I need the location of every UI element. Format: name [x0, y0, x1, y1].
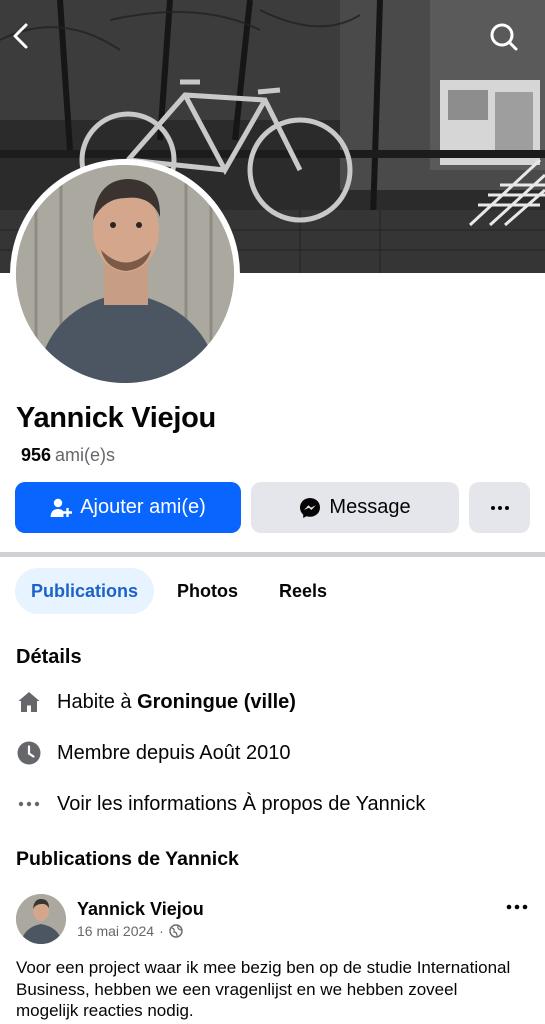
friends-count-number: 956 [21, 445, 52, 465]
messenger-icon [299, 497, 321, 519]
posts-title: Publications de Yannick [16, 848, 239, 870]
home-icon [16, 689, 42, 715]
avatar [16, 165, 234, 383]
about-text: Voir les informations À propos de Yannic… [57, 792, 426, 815]
clock-icon [16, 740, 42, 766]
add-friend-icon [50, 498, 73, 518]
profile-picture [16, 165, 234, 383]
chevron-left-icon [13, 23, 28, 49]
detail-lives-in: Habite à Groningue (ville) [16, 688, 296, 716]
post-text: Voor een project waar ik mee bezig ben o… [16, 958, 511, 1020]
details-title: Détails [16, 646, 82, 668]
message-button[interactable]: Message [251, 482, 459, 533]
tab-photos[interactable]: Photos [177, 568, 238, 614]
tab-reels[interactable]: Reels [279, 568, 327, 614]
lives-prefix: Habite à [57, 690, 138, 713]
globe-icon [169, 924, 183, 938]
profile-picture-frame[interactable] [10, 159, 240, 389]
friends-count[interactable]: 956 ami(e)s [21, 445, 115, 466]
profile-name: Yannick Viejou [16, 402, 216, 434]
lives-city[interactable]: Groningue (ville) [137, 691, 296, 714]
detail-member-since: Membre depuis Août 2010 [16, 739, 291, 767]
more-dots-icon [16, 791, 42, 817]
search-button[interactable] [489, 22, 529, 62]
post-author-avatar[interactable] [16, 894, 66, 944]
add-friend-label: Ajouter ami(e) [80, 496, 206, 518]
search-icon [490, 23, 518, 51]
more-options-button[interactable] [469, 482, 530, 533]
detail-about-link[interactable]: Voir les informations À propos de Yannic… [16, 790, 425, 818]
post-author-name[interactable]: Yannick Viejou [77, 899, 204, 920]
message-label: Message [329, 496, 411, 518]
post-options-button[interactable] [505, 897, 529, 917]
back-button[interactable] [10, 22, 50, 62]
section-divider [0, 552, 545, 557]
more-dots-icon [490, 505, 509, 510]
post-meta-separator: · [159, 923, 164, 939]
post-date[interactable]: 16 mai 2024 [77, 923, 154, 939]
add-friend-button[interactable]: Ajouter ami(e) [15, 482, 241, 533]
post-meta: 16 mai 2024 · [77, 923, 183, 939]
avatar [16, 894, 66, 944]
friends-count-label: ami(e)s [55, 445, 116, 465]
member-since-text: Membre depuis Août 2010 [57, 741, 291, 764]
tab-publications[interactable]: Publications [15, 568, 155, 614]
more-dots-icon [506, 904, 528, 910]
